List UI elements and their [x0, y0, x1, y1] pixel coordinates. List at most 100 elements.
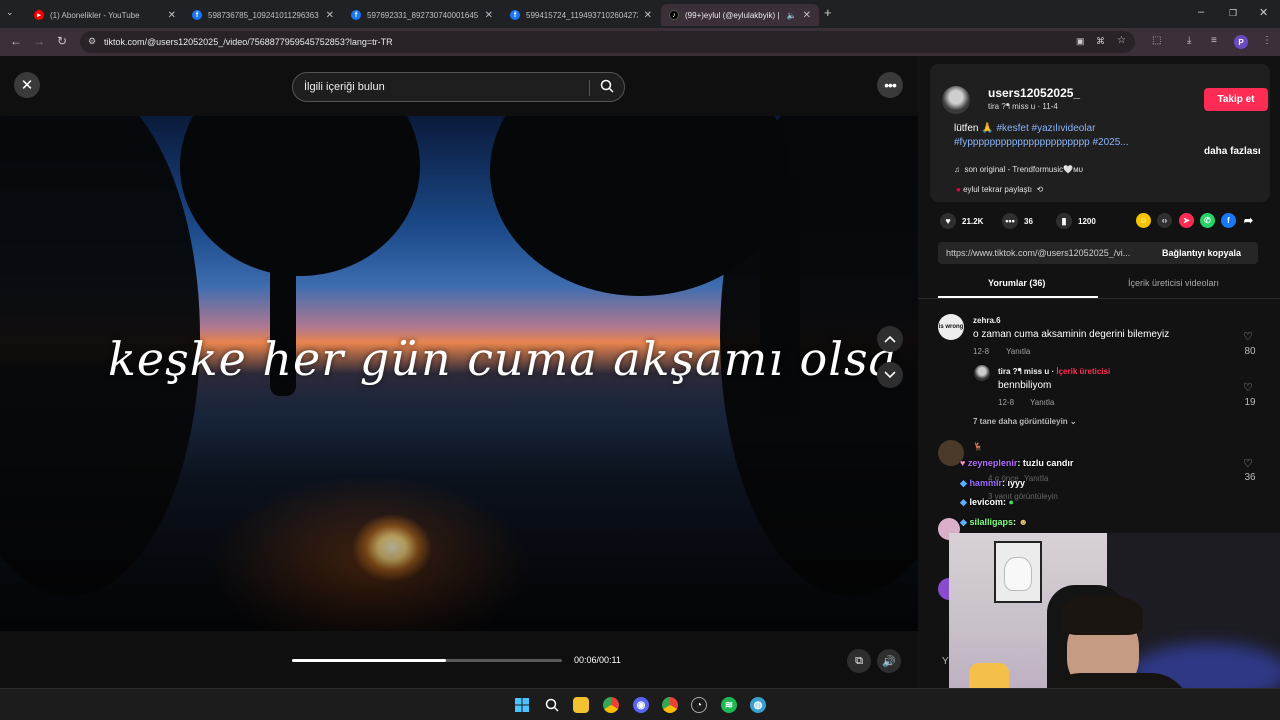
repost-icon: ⟲ [1036, 185, 1044, 194]
window-close-icon[interactable]: ✕ [1259, 6, 1268, 19]
save-button[interactable]: ▮ 1200 [1056, 213, 1096, 229]
avatar[interactable] [942, 86, 970, 114]
spotify-icon[interactable]: ≋ [721, 697, 737, 713]
add-comment-input[interactable]: Y [942, 656, 949, 667]
chat-message: ◆ levicom: ● [960, 497, 1014, 507]
tab-close-icon[interactable]: ✕ [644, 10, 652, 21]
site-info-icon[interactable]: ⚙ [88, 36, 96, 47]
tab-close-icon[interactable]: ✕ [485, 10, 493, 21]
minimize-icon[interactable]: – [1198, 6, 1204, 18]
video-progress-bar[interactable] [292, 659, 562, 662]
comment-like-icon[interactable]: ♡ [1243, 457, 1253, 470]
comment-text: o zaman cuma aksaminin degerini bilemeyi… [973, 329, 1170, 340]
tab-youtube[interactable]: ▸ (1) Abonelikler - YouTube ✕ [26, 4, 184, 26]
reply-button[interactable]: Yanıtla [1030, 398, 1054, 407]
whatsapp-icon[interactable]: ✆ [1200, 213, 1215, 228]
chat-badge-icon: ◆ [960, 478, 967, 488]
restore-icon[interactable]: ❐ [1229, 8, 1237, 19]
share-arrow-icon[interactable]: ➦ [1241, 213, 1256, 228]
comment-like-icon[interactable]: ♡ [1243, 330, 1253, 343]
creator-badge: İçerik üreticisi [1056, 367, 1111, 376]
tab-close-icon[interactable]: ✕ [168, 10, 176, 21]
tab-audio-icon[interactable]: 🔈 [787, 11, 797, 20]
chrome-icon[interactable] [662, 697, 678, 713]
tab-comments[interactable]: Yorumlar (36) [988, 278, 1045, 288]
reply-author[interactable]: tira ?ᖳ miss u · İçerik üreticisi [998, 367, 1110, 377]
facebook-icon: f [192, 10, 202, 20]
windows-start-icon[interactable] [514, 697, 530, 713]
download-icon[interactable]: ⤓ [1187, 35, 1191, 46]
comment-button[interactable]: ••• 36 [1002, 213, 1033, 229]
forward-icon[interactable]: → [33, 34, 45, 48]
close-video-button[interactable]: ✕ [14, 72, 40, 98]
more-options-button[interactable]: ••• [877, 72, 903, 98]
chrome-icon[interactable] [603, 697, 619, 713]
video-player: keşke her gün cuma akşamı olsa ✕ İlgili … [0, 56, 918, 688]
like-button[interactable]: ♥ 21.2K [940, 213, 983, 229]
reply-button[interactable]: Yanıtla [1006, 347, 1030, 356]
reply-button[interactable]: Yanıtla [1024, 474, 1048, 483]
tab-close-icon[interactable]: ✕ [803, 10, 811, 21]
tab-creator-videos[interactable]: İçerik üreticisi videoları [1128, 278, 1219, 288]
view-more-replies-button[interactable]: 7 tane daha görüntüleyin ⌄ [973, 417, 1077, 426]
reply-like-count: 19 [1244, 397, 1256, 408]
reading-list-icon[interactable]: ≡ [1211, 35, 1217, 46]
tab-facebook-2[interactable]: f 597692331_892730740001645 ✕ [343, 4, 501, 26]
back-icon[interactable]: ← [10, 34, 22, 48]
share-url-field[interactable]: https://www.tiktok.com/@users12052025_/v… [946, 248, 1151, 258]
tab-search-icon[interactable]: ⌄ [6, 7, 14, 18]
bookmark-icon: ▮ [1056, 213, 1072, 229]
volume-button[interactable]: 🔊 [877, 649, 901, 673]
author-username[interactable]: users12052025_ [988, 86, 1080, 100]
reload-icon[interactable]: ↻ [57, 34, 67, 48]
follow-button[interactable]: Takip et [1204, 88, 1268, 111]
share-emoji-icon[interactable]: ☺ [1136, 213, 1151, 228]
facebook-share-icon[interactable]: f [1221, 213, 1236, 228]
tab-tiktok[interactable]: ♪ (99+)eylul (@eylulakbyik) | 🔈 ✕ [661, 4, 819, 26]
related-search-input[interactable]: İlgili içeriği bulun [292, 72, 625, 102]
bookmark-star-icon[interactable]: ☆ [1117, 35, 1126, 46]
embed-icon[interactable]: ‹› [1157, 213, 1172, 228]
previous-video-button[interactable] [877, 326, 903, 352]
music-link[interactable]: ♫ son original - Trendformusic🤍ᴍᴜ [954, 165, 1083, 174]
tab-facebook-3[interactable]: f 599415724_1194937102604273 ✕ [502, 4, 660, 26]
send-icon[interactable]: ➤ [1179, 213, 1194, 228]
search-icon[interactable] [544, 697, 560, 713]
translate-icon[interactable]: ⌘ [1096, 36, 1105, 47]
extensions-icon[interactable]: ⬚ [1152, 35, 1161, 46]
new-tab-icon[interactable]: + [824, 5, 832, 20]
chat-badge-icon: ◆ [960, 497, 967, 507]
reply-like-icon[interactable]: ♡ [1243, 381, 1253, 394]
profile-avatar[interactable]: P [1234, 35, 1248, 49]
share-link-box: https://www.tiktok.com/@users12052025_/v… [938, 242, 1258, 264]
globe-icon[interactable]: ◍ [750, 697, 766, 713]
cast-icon[interactable]: ▣ [1076, 36, 1085, 47]
emote-icon: ☻ [1018, 517, 1028, 527]
chevron-down-icon: ⌄ [1069, 417, 1077, 426]
chevron-up-icon [884, 335, 896, 343]
comment-icon: ••• [1002, 213, 1018, 229]
volume-icon: 🔊 [882, 655, 896, 668]
author-subline: tira ?ᖳ miss u · 11-4 [988, 102, 1058, 111]
obs-icon[interactable]: ◔ [691, 697, 707, 713]
url-field[interactable]: ⚙ tiktok.com/@users12052025_/video/75688… [80, 31, 1135, 53]
tab-close-icon[interactable]: ✕ [326, 10, 334, 21]
browser-menu-icon[interactable]: ⋮ [1262, 35, 1272, 46]
music-note-icon: ♫ [954, 165, 960, 174]
hashtag-link[interactable]: #kesfet #yazılıvideolar [996, 123, 1095, 134]
chat-badge-icon: ♥ [960, 458, 966, 468]
hashtag-link[interactable]: #fypppppppppppppppppppppp #2025... [954, 137, 1129, 148]
tab-facebook-1[interactable]: f 598736785_109241011296363 ✕ [184, 4, 342, 26]
next-video-button[interactable] [877, 362, 903, 388]
discord-icon[interactable]: ◉ [633, 697, 649, 713]
floating-player-button[interactable]: ⧉ [847, 649, 871, 673]
comment-author[interactable]: zehra.6 [973, 316, 1001, 325]
avatar[interactable] [974, 365, 990, 381]
chat-message: ◆ hammir: ıyyy [960, 478, 1025, 488]
comment-author[interactable]: 🦌 [973, 442, 983, 451]
show-more-button[interactable]: daha fazlası [1204, 146, 1261, 157]
copy-link-button[interactable]: Bağlantıyı kopyala [1162, 248, 1241, 258]
file-explorer-icon[interactable] [573, 697, 589, 713]
avatar[interactable]: is wrong [938, 314, 964, 340]
search-icon[interactable] [600, 79, 614, 93]
